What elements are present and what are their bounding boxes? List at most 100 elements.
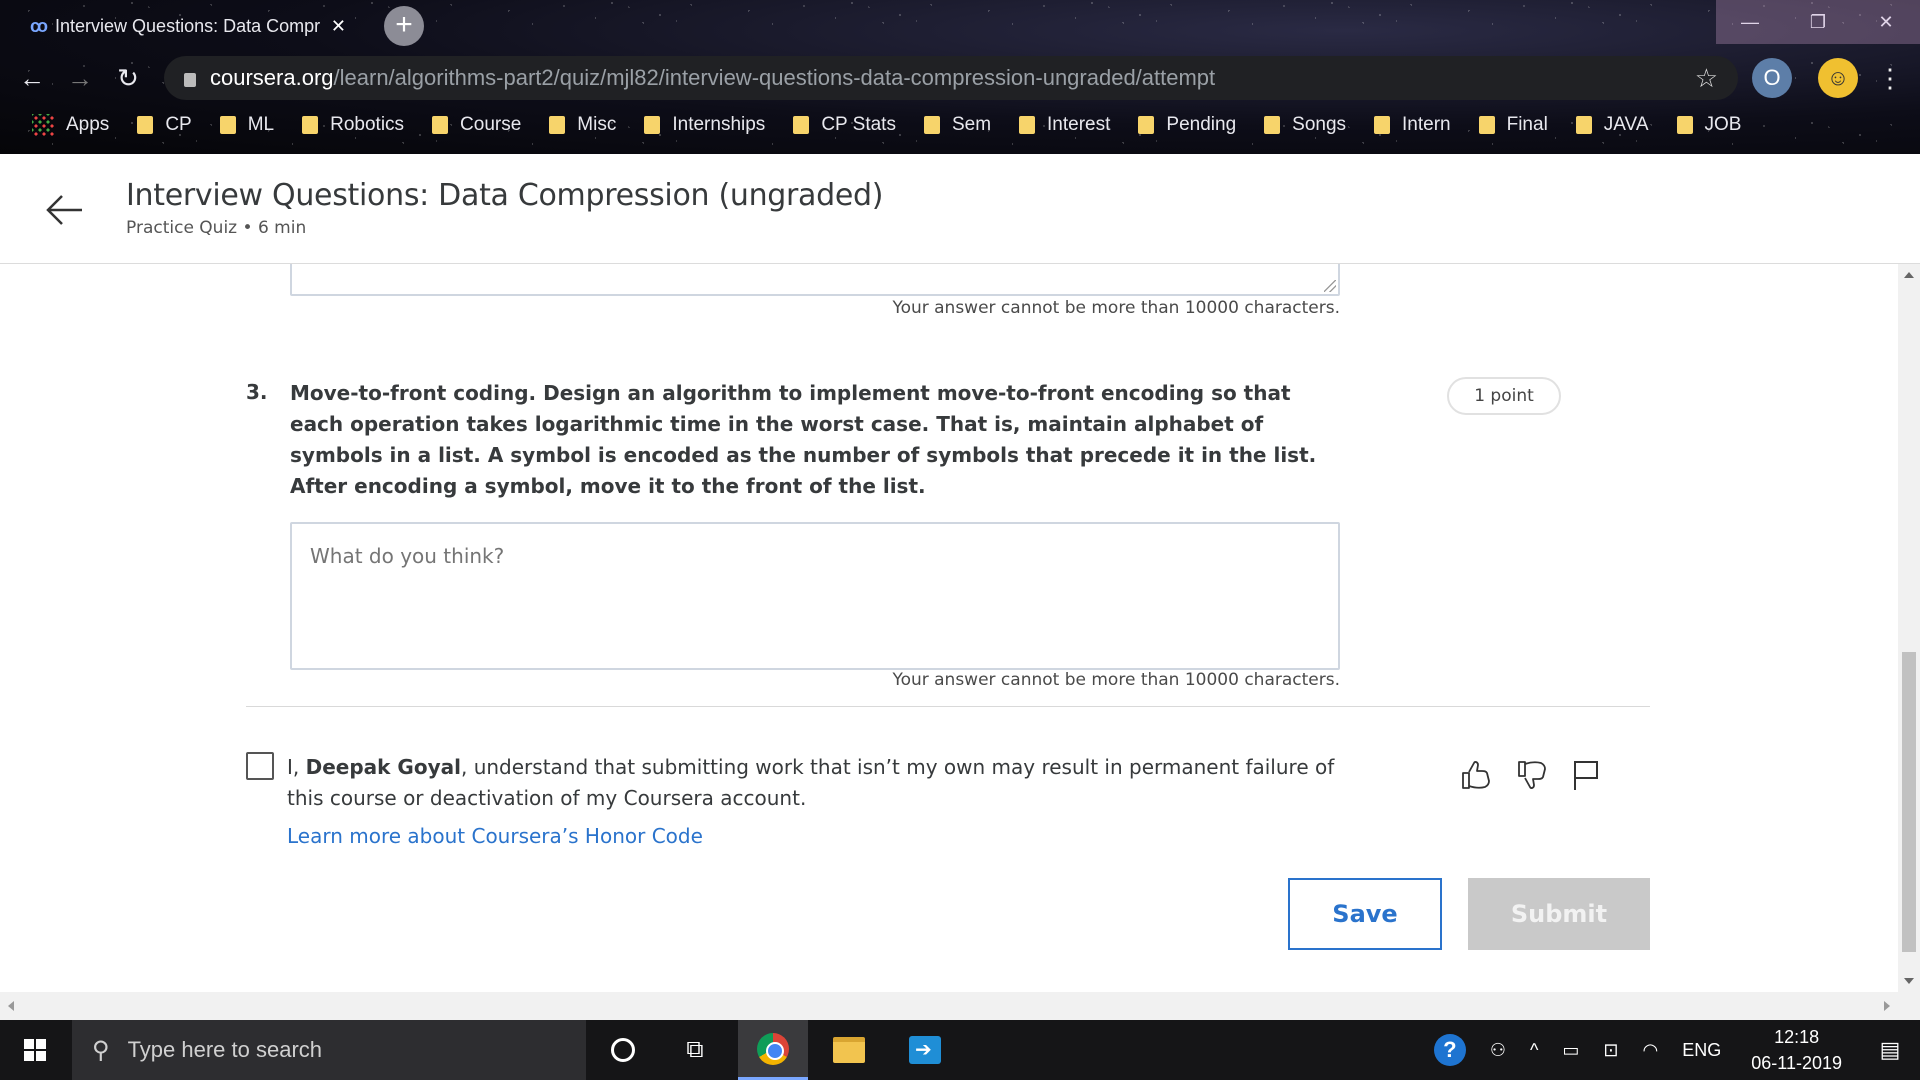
thumbs-down-icon[interactable]	[1515, 758, 1549, 792]
browser-chrome: co Interview Questions: Data Compr ✕ + —…	[0, 0, 1920, 154]
search-icon: ⚲	[92, 1036, 110, 1064]
submit-button[interactable]: Submit	[1468, 878, 1650, 950]
bookmark-cp-stats[interactable]: CP Stats	[779, 114, 910, 136]
scroll-up-icon[interactable]	[1904, 272, 1914, 278]
new-tab-button[interactable]: +	[384, 6, 424, 46]
task-view-button[interactable]: ⧉	[660, 1020, 730, 1080]
taskbar-search-placeholder: Type here to search	[127, 1037, 323, 1062]
folder-icon	[1374, 116, 1391, 134]
battery-icon: ▭	[1562, 1039, 1580, 1060]
folder-icon	[1478, 116, 1495, 134]
question-text: Move-to-front coding. Design an algorith…	[290, 381, 1317, 498]
bookmark-label: Misc	[577, 114, 617, 135]
answer-textarea[interactable]	[290, 522, 1340, 670]
bookmark-final[interactable]: Final	[1465, 114, 1562, 136]
bookmark-intern[interactable]: Intern	[1360, 114, 1465, 136]
lock-icon	[184, 73, 196, 87]
clock-date: 06-11-2019	[1751, 1053, 1842, 1073]
resize-grip-icon[interactable]	[1324, 280, 1336, 292]
folder-icon	[219, 116, 236, 134]
url-path: /learn/algorithms-part2/quiz/mjl82/inter…	[333, 65, 1216, 90]
flag-icon[interactable]	[1569, 758, 1603, 792]
vertical-scrollbar[interactable]	[1898, 264, 1920, 992]
honor-code-link[interactable]: Learn more about Coursera’s Honor Code	[287, 824, 703, 848]
folder-icon	[302, 116, 319, 134]
bookmark-songs[interactable]: Songs	[1250, 114, 1360, 136]
clock[interactable]: 12:18 06-11-2019	[1733, 1024, 1860, 1076]
battery-tray-item[interactable]: ▭	[1550, 1040, 1591, 1061]
start-button[interactable]	[0, 1020, 70, 1080]
close-window-button[interactable]: ✕	[1852, 0, 1920, 44]
device-icon: ⊡	[1603, 1039, 1619, 1060]
cortana-circle-icon	[611, 1038, 635, 1062]
scroll-right-icon[interactable]	[1884, 1001, 1890, 1011]
apps-grid-icon	[32, 114, 54, 136]
forward-button[interactable]: →	[58, 63, 102, 94]
device-tray-item[interactable]: ⊡	[1591, 1040, 1630, 1061]
back-arrow-icon[interactable]	[44, 190, 84, 230]
char-limit-note: Your answer cannot be more than 10000 ch…	[892, 298, 1340, 318]
bookmark-label: Final	[1506, 114, 1548, 135]
windows-taskbar: ⚲ Type here to search ⧉ ? ⚇ ^ ▭ ⊡ ◠ ENG …	[0, 1020, 1920, 1080]
address-row: ← → ↻ coursera.org/learn/algorithms-part…	[0, 56, 1920, 100]
page-subtitle: Practice Quiz • 6 min	[126, 218, 307, 238]
bookmark-ml[interactable]: ML	[206, 114, 288, 136]
folder-icon	[1138, 116, 1155, 134]
bookmark-misc[interactable]: Misc	[535, 114, 630, 136]
bookmark-sem[interactable]: Sem	[910, 114, 1005, 136]
maximize-button[interactable]: ❐	[1784, 0, 1852, 44]
cortana-button[interactable]	[588, 1020, 658, 1080]
notifications-icon[interactable]: ▤	[1860, 1037, 1920, 1063]
student-name: Deepak Goyal	[305, 755, 461, 779]
folder-icon	[644, 116, 661, 134]
browser-menu-icon[interactable]: ⋮	[1870, 58, 1910, 98]
bookmark-pending[interactable]: Pending	[1124, 114, 1250, 136]
bookmark-course[interactable]: Course	[418, 114, 535, 136]
minimize-button[interactable]: —	[1716, 0, 1784, 44]
taskbar-file-explorer[interactable]	[814, 1020, 884, 1080]
window-controls: — ❐ ✕	[1716, 0, 1920, 44]
bookmark-robotics[interactable]: Robotics	[288, 114, 418, 136]
show-hidden-icons[interactable]: ^	[1518, 1040, 1550, 1061]
opera-extension-icon[interactable]: O	[1752, 58, 1792, 98]
previous-answer-textarea[interactable]	[290, 264, 1340, 296]
language-indicator[interactable]: ENG	[1670, 1040, 1733, 1061]
bookmark-apps[interactable]: Apps	[18, 114, 123, 136]
file-explorer-icon	[833, 1037, 865, 1063]
folder-icon	[923, 116, 940, 134]
save-button[interactable]: Save	[1288, 878, 1442, 950]
bookmark-star-icon[interactable]: ☆	[1695, 63, 1718, 94]
folder-icon	[793, 116, 810, 134]
thumbs-up-icon[interactable]	[1459, 758, 1493, 792]
folder-icon	[1676, 116, 1693, 134]
chrome-icon	[757, 1032, 789, 1065]
points-badge: 1 point	[1447, 377, 1561, 415]
scroll-left-icon[interactable]	[8, 1001, 14, 1011]
bookmark-java[interactable]: JAVA	[1562, 114, 1663, 136]
scroll-thumb[interactable]	[1902, 652, 1916, 952]
honor-code-checkbox[interactable]	[246, 752, 274, 780]
bookmark-label: Course	[460, 114, 522, 135]
help-tray-item[interactable]: ?	[1422, 1034, 1478, 1066]
tab-close-icon[interactable]: ✕	[331, 16, 346, 37]
wifi-tray-item[interactable]: ◠	[1631, 1040, 1671, 1061]
emoji-extension-icon[interactable]: ☺	[1818, 58, 1858, 98]
tab-title: Interview Questions: Data Compr	[55, 15, 321, 36]
bookmark-interest[interactable]: Interest	[1005, 114, 1124, 136]
people-tray-item[interactable]: ⚇	[1478, 1040, 1518, 1061]
bookmark-cp[interactable]: CP	[123, 114, 205, 136]
honor-code-statement: I, Deepak Goyal, understand that submitt…	[287, 752, 1337, 814]
browser-tab[interactable]: co Interview Questions: Data Compr ✕	[16, 6, 360, 46]
horizontal-scrollbar[interactable]	[0, 992, 1898, 1020]
bookmark-internships[interactable]: Internships	[630, 114, 779, 136]
honor-prefix: I,	[287, 755, 306, 779]
taskbar-app[interactable]	[890, 1020, 960, 1080]
address-bar[interactable]: coursera.org/learn/algorithms-part2/quiz…	[164, 56, 1738, 100]
scroll-down-icon[interactable]	[1904, 978, 1914, 984]
taskbar-search[interactable]: ⚲ Type here to search	[72, 1020, 586, 1080]
url-text[interactable]: coursera.org/learn/algorithms-part2/quiz…	[210, 65, 1681, 91]
reload-button[interactable]: ↻	[106, 63, 150, 94]
taskbar-chrome[interactable]	[738, 1020, 808, 1080]
back-button[interactable]: ←	[10, 63, 54, 94]
bookmark-job[interactable]: JOB	[1663, 114, 1756, 136]
